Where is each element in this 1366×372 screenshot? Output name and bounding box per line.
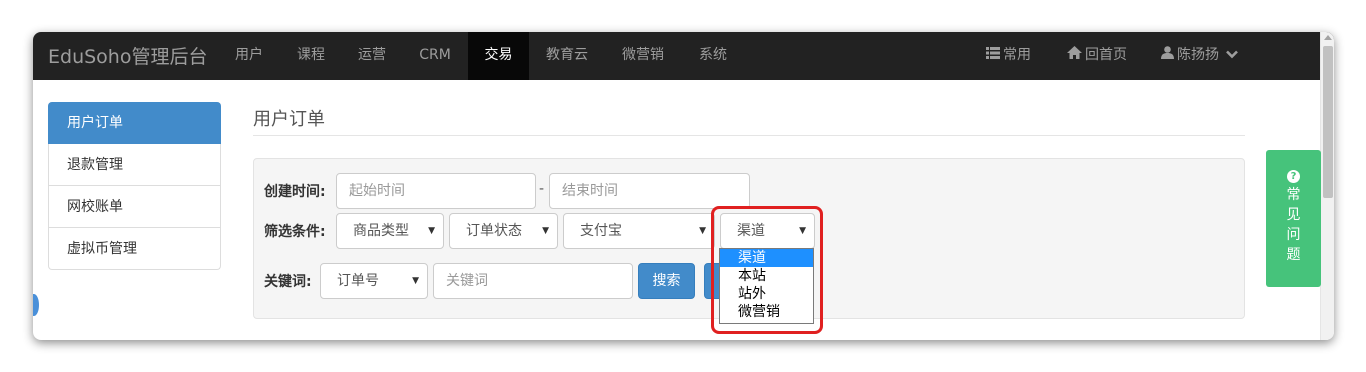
nav-item-crm[interactable]: CRM: [407, 32, 463, 80]
channel-option[interactable]: 微营销: [720, 303, 813, 321]
keyword-type-select[interactable]: 订单号 ▼: [320, 263, 428, 299]
app-window: EduSoho管理后台 用户 课程 运营 CRM 交易 教育云 微营销 系统 常…: [33, 32, 1334, 340]
faq-label: 常见问题: [1286, 187, 1301, 263]
side-widget-icon[interactable]: [33, 294, 39, 316]
nav-user-label: 陈扬扬: [1177, 47, 1219, 63]
sidebar-item-school-bill[interactable]: 网校账单: [48, 186, 221, 228]
nav-home-label: 回首页: [1085, 47, 1127, 63]
payment-value: 支付宝: [580, 223, 622, 239]
page-title: 用户订单: [253, 109, 325, 130]
end-time-input[interactable]: 结束时间: [549, 173, 750, 209]
search-button[interactable]: 搜索: [638, 263, 695, 299]
brand-logo[interactable]: EduSoho管理后台: [48, 42, 207, 69]
time-label: 创建时间:: [264, 184, 326, 200]
product-type-value: 商品类型: [353, 223, 409, 239]
channel-option[interactable]: 渠道: [720, 249, 813, 267]
nav-home[interactable]: 回首页: [1067, 32, 1127, 80]
condition-label: 筛选条件:: [264, 224, 326, 240]
nav-item-edu-cloud[interactable]: 教育云: [535, 32, 599, 80]
title-divider: [253, 135, 1245, 136]
list-icon: [986, 32, 1000, 78]
order-status-select[interactable]: 订单状态 ▼: [449, 213, 558, 249]
nav-item-system[interactable]: 系统: [687, 32, 739, 80]
question-icon: ?: [1287, 170, 1300, 183]
start-time-input[interactable]: 起始时间: [336, 173, 536, 209]
nav-item-users[interactable]: 用户: [223, 32, 275, 80]
keyword-type-value: 订单号: [337, 273, 379, 289]
scroll-thumb[interactable]: [1323, 46, 1333, 198]
range-dash: -: [539, 181, 545, 197]
channel-option[interactable]: 本站: [720, 267, 813, 285]
caret-down-icon: ▼: [542, 226, 549, 236]
sidebar: 用户订单 退款管理 网校账单 虚拟币管理: [48, 102, 221, 270]
home-icon: [1067, 32, 1082, 78]
top-navbar: EduSoho管理后台 用户 课程 运营 CRM 交易 教育云 微营销 系统 常…: [33, 32, 1334, 80]
product-type-select[interactable]: 商品类型 ▼: [336, 213, 444, 249]
keyword-input[interactable]: 关键词: [433, 263, 633, 299]
sidebar-item-user-orders[interactable]: 用户订单: [48, 102, 221, 144]
nav-item-operations[interactable]: 运营: [346, 32, 398, 80]
sidebar-item-refunds[interactable]: 退款管理: [48, 144, 221, 186]
payment-select[interactable]: 支付宝 ▼: [563, 213, 715, 249]
order-status-value: 订单状态: [466, 223, 522, 239]
nav-common-label: 常用: [1003, 47, 1031, 63]
caret-down-icon: ▼: [428, 226, 435, 236]
nav-item-trade[interactable]: 交易: [468, 32, 529, 80]
nav-user-menu[interactable]: 陈扬扬: [1161, 32, 1241, 80]
caret-down-icon: ▼: [412, 276, 419, 286]
channel-option[interactable]: 站外: [720, 285, 813, 303]
caret-down-icon: ▼: [699, 226, 706, 236]
scroll-up-icon[interactable]: [1324, 35, 1332, 40]
channel-dropdown-list[interactable]: 渠道 本站 站外 微营销: [719, 248, 814, 324]
chevron-down-icon: [1226, 32, 1239, 78]
nav-item-courses[interactable]: 课程: [285, 32, 337, 80]
nav-common[interactable]: 常用: [986, 32, 1031, 80]
nav-item-micro-marketing[interactable]: 微营销: [611, 32, 675, 80]
sidebar-item-virtual-coin[interactable]: 虚拟币管理: [48, 228, 221, 270]
user-icon: [1161, 32, 1174, 78]
faq-button[interactable]: ? 常见问题: [1266, 150, 1321, 287]
keyword-label: 关键词:: [264, 274, 312, 290]
vertical-scrollbar[interactable]: [1320, 32, 1334, 340]
